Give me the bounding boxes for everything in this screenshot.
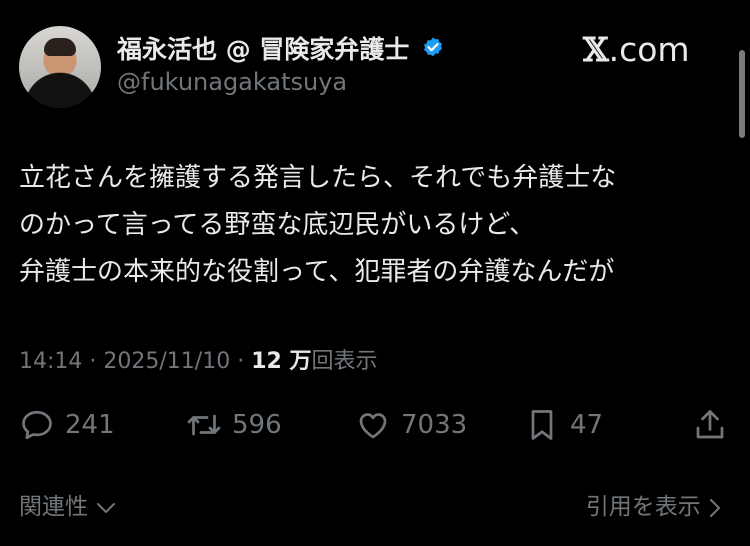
tweet-line: 弁護士の本来的な役割って、犯罪者の弁護なんだが (19, 257, 615, 287)
meta-separator: · (89, 349, 97, 374)
tweet-date[interactable]: 2025/11/10 (103, 349, 230, 374)
repost-icon (187, 414, 221, 436)
chevron-right-icon (710, 498, 720, 517)
heart-icon (359, 413, 387, 439)
views-label: 回表示 (311, 349, 378, 374)
tweet-line: 立花さんを擁護する発言したら、それでも弁護士な (19, 163, 617, 193)
x-logo-domain: .com (608, 30, 690, 69)
verified-badge-icon (424, 37, 442, 57)
share-button[interactable] (692, 400, 728, 450)
share-icon (696, 410, 724, 439)
repost-button[interactable]: 596 (186, 400, 282, 450)
bookmark-icon (531, 410, 553, 440)
view-quotes-label: 引用を表示 (585, 494, 701, 520)
related-label: 関連性 (19, 494, 88, 520)
views-count: 12 万 (251, 349, 312, 374)
like-button[interactable]: 7033 (355, 400, 467, 450)
bookmark-button[interactable]: 47 (524, 400, 603, 450)
x-logo-icon: 𝕏 (583, 30, 609, 69)
chevron-down-icon (97, 502, 116, 513)
tweet-line: のかって言ってる野蛮な底辺民がいるけど、 (19, 210, 536, 240)
meta-separator: · (237, 349, 245, 374)
tweet-meta: 14:14 · 2025/11/10 · 12 万回表示 (19, 343, 378, 375)
author-display-name[interactable]: 福永活也 @ 冒険家弁護士 (117, 30, 409, 66)
x-logo: 𝕏.com (583, 30, 690, 69)
repost-count: 596 (232, 410, 282, 440)
related-sort-toggle[interactable]: 関連性 (19, 487, 117, 521)
author-handle[interactable]: @fukunagakatsuya (117, 68, 347, 96)
avatar-hair (44, 38, 76, 56)
bookmark-count: 47 (570, 410, 604, 440)
reply-icon (22, 410, 52, 440)
tweet-text: 立花さんを擁護する発言したら、それでも弁護士な のかって言ってる野蛮な底辺民がい… (19, 155, 739, 296)
avatar[interactable] (19, 26, 101, 108)
action-bar: 241 596 7033 47 (0, 400, 750, 450)
reply-count: 241 (65, 410, 115, 440)
tweet-time[interactable]: 14:14 (19, 349, 82, 374)
like-count: 7033 (401, 410, 468, 440)
scrollbar[interactable] (739, 50, 745, 138)
view-quotes-link[interactable]: 引用を表示 (586, 487, 722, 521)
reply-button[interactable]: 241 (19, 400, 115, 450)
